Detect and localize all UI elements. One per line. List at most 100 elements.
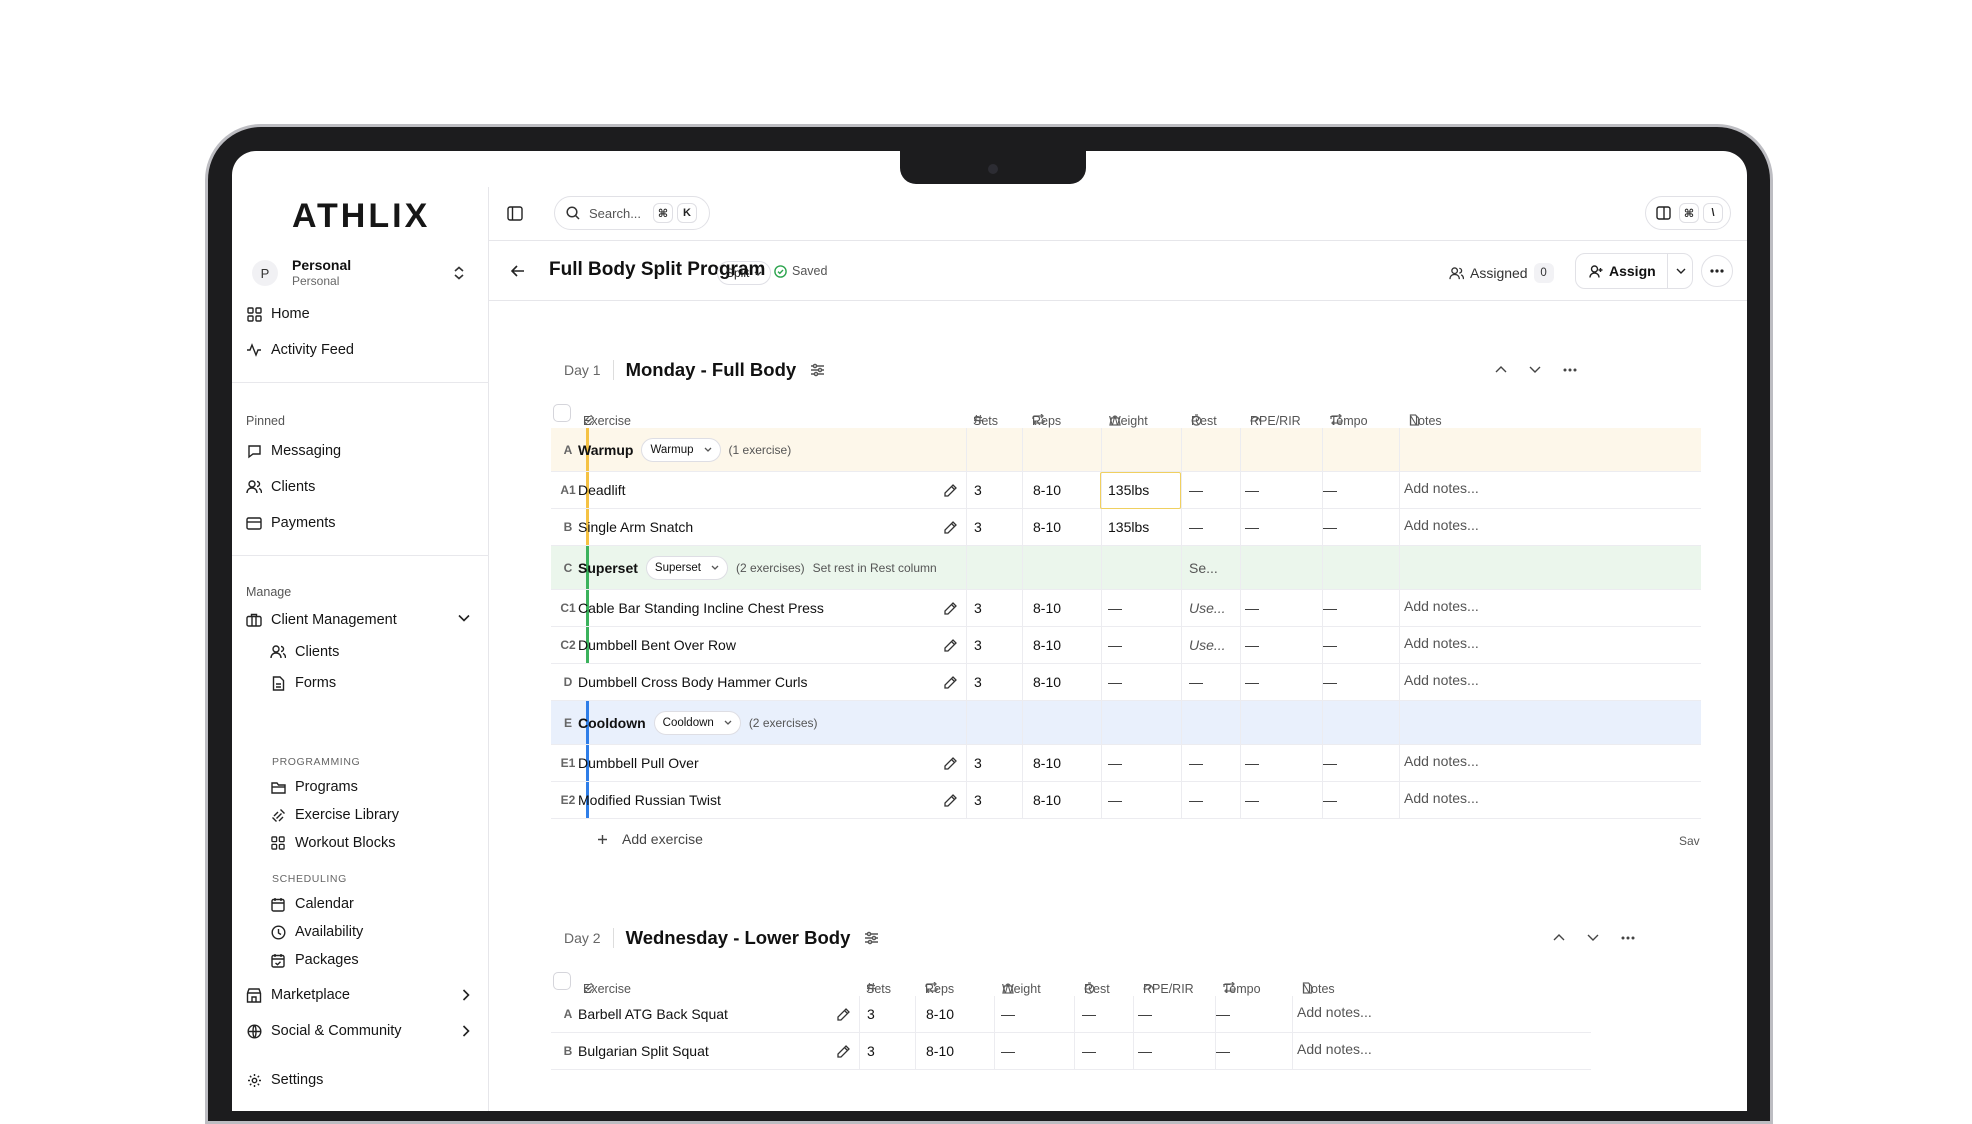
sidebar-item-settings[interactable]: Settings bbox=[246, 1065, 478, 1095]
assign-button[interactable]: Assign bbox=[1576, 254, 1668, 288]
group-name[interactable]: Warmup bbox=[578, 442, 633, 458]
sets-cell[interactable]: 3 bbox=[974, 627, 982, 663]
exercise-name[interactable]: Dumbbell Bent Over Row bbox=[578, 627, 736, 663]
edit-exercise-icon[interactable] bbox=[943, 782, 958, 818]
edit-exercise-icon[interactable] bbox=[836, 1033, 851, 1069]
weight-cell[interactable]: — bbox=[1108, 664, 1122, 700]
sidebar-item-clients[interactable]: Clients bbox=[246, 472, 478, 502]
exercise-name[interactable]: Dumbbell Cross Body Hammer Curls bbox=[578, 664, 808, 700]
program-type-dropdown[interactable]: Split bbox=[717, 261, 772, 285]
sidebar-item-home[interactable]: Home bbox=[246, 299, 478, 329]
assigned-count[interactable]: Assigned 0 bbox=[1449, 263, 1554, 283]
exercise-name[interactable]: Modified Russian Twist bbox=[578, 782, 721, 818]
chevron-up-icon[interactable] bbox=[1553, 934, 1565, 941]
reps-cell[interactable]: 8-10 bbox=[1033, 590, 1061, 626]
exercise-name[interactable]: Cable Bar Standing Incline Chest Press bbox=[578, 590, 824, 626]
notes-cell[interactable]: Add notes... bbox=[1404, 588, 1479, 624]
sidebar-item-client-management[interactable]: Client Management bbox=[246, 605, 478, 635]
sidebar-item-payments[interactable]: Payments bbox=[246, 508, 478, 538]
tempo-cell[interactable]: — bbox=[1323, 782, 1337, 818]
tempo-cell[interactable]: — bbox=[1323, 664, 1337, 700]
sliders-icon[interactable] bbox=[864, 931, 879, 945]
exercise-name[interactable]: Single Arm Snatch bbox=[578, 509, 693, 545]
rpe-cell[interactable]: — bbox=[1245, 590, 1259, 626]
rpe-cell[interactable]: — bbox=[1245, 472, 1259, 508]
tempo-cell[interactable]: — bbox=[1323, 509, 1337, 545]
group-name[interactable]: Superset bbox=[578, 560, 638, 576]
weight-cell[interactable]: — bbox=[1001, 1033, 1015, 1069]
rest-cell[interactable]: — bbox=[1189, 509, 1203, 545]
sidebar-item-messaging[interactable]: Messaging bbox=[246, 436, 478, 466]
exercise-name[interactable]: Deadlift bbox=[578, 472, 625, 508]
reps-cell[interactable]: 8-10 bbox=[1033, 664, 1061, 700]
tempo-cell[interactable]: — bbox=[1323, 472, 1337, 508]
reps-cell[interactable]: 8-10 bbox=[926, 1033, 954, 1069]
notes-cell[interactable]: Add notes... bbox=[1404, 470, 1479, 506]
weight-cell[interactable]: — bbox=[1108, 782, 1122, 818]
rpe-cell[interactable]: — bbox=[1138, 1033, 1152, 1069]
sidebar-item-programs[interactable]: Programs bbox=[270, 774, 470, 800]
weight-cell[interactable]: — bbox=[1108, 590, 1122, 626]
sidebar-item-exercise-library[interactable]: Exercise Library bbox=[270, 802, 470, 828]
edit-exercise-icon[interactable] bbox=[943, 627, 958, 663]
reps-cell[interactable]: 8-10 bbox=[1033, 472, 1061, 508]
day-title[interactable]: Monday - Full Body bbox=[626, 359, 797, 381]
reps-cell[interactable]: 8-10 bbox=[1033, 509, 1061, 545]
sidebar-item-marketplace[interactable]: Marketplace bbox=[246, 980, 478, 1010]
weight-cell[interactable]: — bbox=[1108, 627, 1122, 663]
exercise-name[interactable]: Dumbbell Pull Over bbox=[578, 745, 699, 781]
sets-cell[interactable]: 3 bbox=[974, 745, 982, 781]
reps-cell[interactable]: 8-10 bbox=[1033, 782, 1061, 818]
day-title[interactable]: Wednesday - Lower Body bbox=[626, 927, 851, 949]
sets-cell[interactable]: 3 bbox=[974, 472, 982, 508]
rest-cell[interactable]: — bbox=[1082, 996, 1096, 1032]
sets-cell[interactable]: 3 bbox=[974, 590, 982, 626]
group-type-dropdown[interactable]: Warmup bbox=[641, 437, 721, 462]
chevron-down-icon[interactable] bbox=[1529, 366, 1541, 373]
weight-cell[interactable]: 135lbs bbox=[1108, 509, 1149, 545]
tempo-cell[interactable]: — bbox=[1216, 1033, 1230, 1069]
tempo-cell[interactable]: — bbox=[1216, 996, 1230, 1032]
group-rest-cell[interactable]: Se... bbox=[1189, 546, 1218, 589]
sliders-icon[interactable] bbox=[810, 363, 825, 377]
chevron-down-icon[interactable] bbox=[1587, 934, 1599, 941]
sets-cell[interactable]: 3 bbox=[867, 1033, 875, 1069]
select-all-checkbox[interactable] bbox=[553, 972, 571, 990]
sidebar-item-packages[interactable]: Packages bbox=[270, 947, 470, 973]
notes-cell[interactable]: Add notes... bbox=[1404, 625, 1479, 661]
weight-cell[interactable]: — bbox=[1108, 745, 1122, 781]
rest-cell[interactable]: — bbox=[1189, 782, 1203, 818]
group-type-dropdown[interactable]: Cooldown bbox=[653, 710, 741, 735]
sidebar-toggle-icon[interactable] bbox=[507, 206, 523, 221]
tempo-cell[interactable]: — bbox=[1323, 627, 1337, 663]
sidebar-item-availability[interactable]: Availability bbox=[270, 919, 470, 945]
more-horizontal-icon[interactable] bbox=[1563, 368, 1577, 372]
sidebar-item-cm-clients[interactable]: Clients bbox=[270, 639, 470, 665]
sets-cell[interactable]: 3 bbox=[974, 664, 982, 700]
rest-cell[interactable]: — bbox=[1082, 1033, 1096, 1069]
notes-cell[interactable]: Add notes... bbox=[1297, 1031, 1372, 1067]
rpe-cell[interactable]: — bbox=[1245, 664, 1259, 700]
edit-exercise-icon[interactable] bbox=[943, 664, 958, 700]
rest-cell[interactable]: — bbox=[1189, 472, 1203, 508]
group-type-dropdown[interactable]: Superset bbox=[645, 555, 728, 580]
sidebar-item-social-community[interactable]: Social & Community bbox=[246, 1016, 478, 1046]
notes-cell[interactable]: Add notes... bbox=[1404, 507, 1479, 543]
reps-cell[interactable]: 8-10 bbox=[1033, 745, 1061, 781]
rpe-cell[interactable]: — bbox=[1245, 745, 1259, 781]
add-exercise-button[interactable]: Add exercise bbox=[597, 831, 703, 847]
panel-toggle-button[interactable]: ⌘ \ bbox=[1645, 196, 1731, 230]
exercise-name[interactable]: Bulgarian Split Squat bbox=[578, 1033, 709, 1069]
edit-exercise-icon[interactable] bbox=[943, 509, 958, 545]
edit-exercise-icon[interactable] bbox=[943, 745, 958, 781]
rpe-cell[interactable]: — bbox=[1245, 627, 1259, 663]
notes-cell[interactable]: Add notes... bbox=[1297, 994, 1372, 1030]
rpe-cell[interactable]: — bbox=[1245, 509, 1259, 545]
sets-cell[interactable]: 3 bbox=[974, 782, 982, 818]
tempo-cell[interactable]: — bbox=[1323, 590, 1337, 626]
edit-exercise-icon[interactable] bbox=[943, 590, 958, 626]
sidebar-item-workout-blocks[interactable]: Workout Blocks bbox=[270, 830, 470, 856]
sets-cell[interactable]: 3 bbox=[974, 509, 982, 545]
rpe-cell[interactable]: — bbox=[1138, 996, 1152, 1032]
search-bar[interactable]: Search... ⌘ K bbox=[554, 196, 710, 230]
